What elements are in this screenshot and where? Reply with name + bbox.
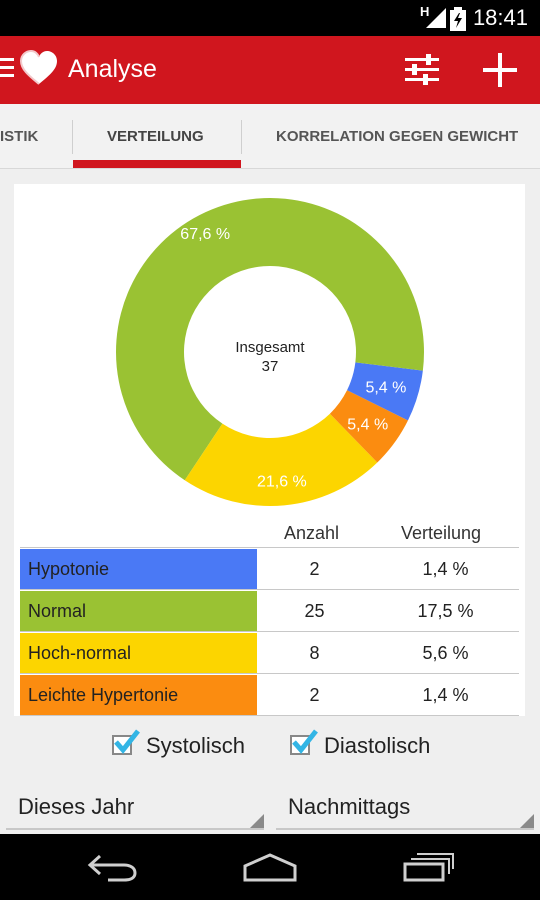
category-cell: Normal [20, 591, 257, 631]
heart-logo-icon[interactable] [20, 50, 58, 86]
category-cell: Leichte Hypertonie [20, 675, 257, 715]
slice-label: 67,6 % [180, 226, 230, 243]
period-spinner[interactable]: Dieses Jahr [6, 790, 264, 830]
tab-verteilung[interactable]: VERTEILUNG [107, 104, 204, 168]
tab-divider [72, 120, 73, 154]
app-bar: Analyse [0, 36, 540, 104]
category-cell: Hypotonie [20, 549, 257, 589]
tab-korrelation[interactable]: KORRELATION GEGEN GEWICHT [276, 104, 518, 168]
tab-statistik[interactable]: ISTIK [0, 104, 38, 168]
recent-apps-icon[interactable] [403, 852, 455, 882]
tab-indicator [73, 160, 241, 168]
systolic-checkbox[interactable]: Systolisch [112, 729, 262, 761]
dropdown-arrow-icon [250, 814, 264, 828]
table-row: Leichte Hypertonie 2 1,4 % [20, 673, 519, 715]
home-icon[interactable] [243, 852, 297, 882]
navigation-bar [0, 834, 540, 900]
slice-label: 5,4 % [347, 416, 388, 433]
add-icon[interactable] [482, 52, 518, 88]
status-bar: H 18:41 [0, 0, 540, 36]
distribution-cell: 5,6 % [422, 643, 469, 663]
donut-center-label: Insgesamt 37 [190, 338, 350, 376]
systolic-label: Systolisch [146, 733, 246, 758]
total-title: Insgesamt [235, 339, 305, 356]
distribution-cell: 17,5 % [417, 601, 474, 621]
dropdown-arrow-icon [520, 814, 534, 828]
category-cell: Hoch-normal [20, 633, 257, 673]
diastolic-label: Diastolisch [324, 733, 431, 758]
column-header-count: Anzahl [284, 523, 340, 543]
clock: 18:41 [472, 5, 528, 30]
count-cell: 25 [304, 601, 325, 621]
table-header: Anzahl Verteilung [20, 523, 519, 547]
filter-settings-icon[interactable] [403, 52, 441, 88]
checkmark-icon [292, 729, 318, 754]
slice-label: 5,4 % [365, 380, 406, 397]
distribution-card: 5,4 % 67,6 % 21,6 % 5,4 % Insgesamt 37 Anza… [14, 184, 525, 716]
count-cell: 8 [309, 643, 320, 663]
daytime-spinner[interactable]: Nachmittags [276, 790, 534, 830]
daytime-value: Nachmittags [288, 794, 411, 819]
checkmark-icon [114, 729, 140, 754]
back-icon[interactable] [86, 852, 138, 882]
signal-icon [426, 8, 446, 28]
battery-icon [450, 7, 466, 31]
distribution-table: Anzahl Verteilung Hypotonie 2 1,4 % Normal 2… [20, 523, 519, 716]
tab-divider [241, 120, 242, 154]
table-row: Normal 25 17,5 % [20, 589, 519, 631]
table-bottom-line [20, 715, 519, 716]
column-header-distribution: Verteilung [401, 523, 482, 543]
count-cell: 2 [309, 559, 320, 579]
diastolic-checkbox[interactable]: Diastolisch [290, 729, 450, 761]
distribution-cell: 1,4 % [422, 685, 469, 705]
tab-bar: ISTIK VERTEILUNG KORRELATION GEGEN GEWIC… [0, 104, 540, 169]
menu-icon[interactable] [0, 58, 16, 80]
count-cell: 2 [309, 685, 320, 705]
total-value: 37 [261, 358, 279, 375]
slice-label: 21,6 % [257, 473, 307, 490]
distribution-cell: 1,4 % [422, 559, 469, 579]
table-row: Hoch-normal 8 5,6 % [20, 631, 519, 673]
table-row: Hypotonie 2 1,4 % [20, 547, 519, 589]
period-value: Dieses Jahr [18, 794, 135, 819]
page-title: Analyse [68, 55, 157, 83]
